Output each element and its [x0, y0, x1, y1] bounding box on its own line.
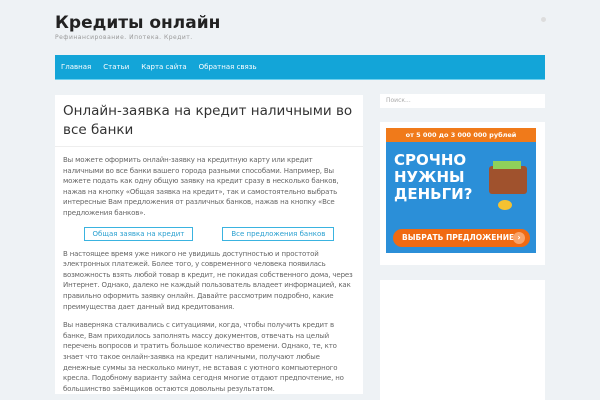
- ad-amount: от 5 000 до 3 000 000 рублей: [386, 128, 536, 142]
- ad-headline: СРОЧНО НУЖНЫ ДЕНЬГИ?: [394, 151, 473, 203]
- article-title: Онлайн-заявка на кредит наличными во все…: [55, 95, 363, 147]
- wallet-icon: [489, 161, 527, 194]
- sidebar-widget: [380, 280, 545, 400]
- site-tagline: Рефинансирование. Ипотека. Кредит.: [55, 34, 193, 41]
- coins-icon: [498, 200, 512, 210]
- article-paragraph: В настоящее время уже никого не увидишь …: [63, 249, 353, 311]
- nav-sitemap[interactable]: Карта сайта: [141, 63, 186, 71]
- ad-cta-label: ВЫБРАТЬ ПРЕДЛОЖЕНИЕ: [402, 233, 515, 242]
- article-paragraph: Вы можете оформить онлайн-заявку на кред…: [63, 156, 339, 217]
- main-nav: Главная Статьи Карта сайта Обратная связ…: [55, 55, 545, 80]
- nav-feedback[interactable]: Обратная связь: [199, 63, 257, 71]
- article-paragraph: Вы наверняка сталкивались с ситуациями, …: [63, 321, 344, 393]
- ad-cta-button[interactable]: ВЫБРАТЬ ПРЕДЛОЖЕНИЕ ›: [393, 229, 530, 247]
- article: Онлайн-заявка на кредит наличными во все…: [55, 95, 363, 395]
- header-dot-icon: [541, 17, 546, 22]
- general-application-button[interactable]: Общая заявка на кредит: [83, 226, 194, 241]
- site-title[interactable]: Кредиты онлайн: [55, 13, 220, 33]
- ad-widget: от 5 000 до 3 000 000 рублей СРОЧНО НУЖН…: [380, 122, 545, 265]
- all-bank-offers-button[interactable]: Все предложения банков: [222, 226, 335, 241]
- chevron-right-icon: ›: [513, 232, 525, 244]
- search-input[interactable]: Поиск...: [380, 94, 545, 108]
- loan-ad-banner[interactable]: от 5 000 до 3 000 000 рублей СРОЧНО НУЖН…: [386, 128, 536, 253]
- nav-home[interactable]: Главная: [61, 63, 91, 71]
- nav-articles[interactable]: Статьи: [103, 63, 129, 71]
